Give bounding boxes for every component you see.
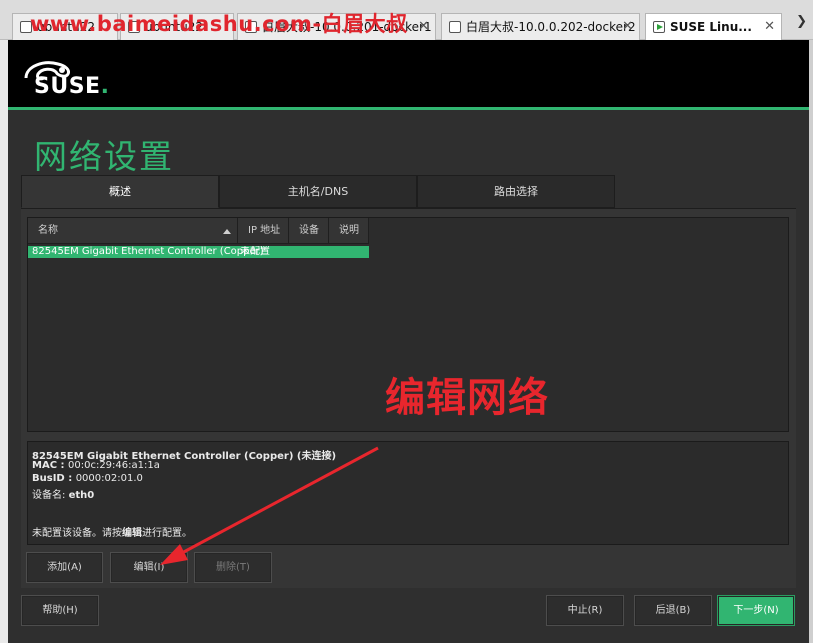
header-divider: [8, 107, 809, 110]
tab-hostname-dns[interactable]: 主机名/DNS: [219, 175, 417, 208]
device-details: 82545EM Gigabit Ethernet Controller (Cop…: [27, 441, 789, 545]
column-header-name[interactable]: 名称: [28, 218, 238, 244]
next-button[interactable]: 下一步(N): [717, 595, 795, 626]
overview-panel: 名称 IP 地址 设备 说明 82545EM Gigabit Ethernet …: [21, 208, 796, 588]
column-header-description[interactable]: 说明: [329, 218, 369, 244]
details-busid: BusID : 0000:02:01.0: [32, 473, 143, 484]
details-note: 未配置该设备。请按编辑进行配置。: [32, 528, 192, 539]
close-icon[interactable]: ✕: [622, 14, 633, 40]
close-icon[interactable]: ✕: [418, 14, 429, 40]
running-vm-icon: [653, 21, 665, 33]
watermark: www.baimeidashu.com-白眉大叔: [30, 12, 408, 36]
details-mac: MAC : 00:0c:29:46:a1:1a: [32, 460, 160, 471]
row-name: 82545EM Gigabit Ethernet Controller (Cop…: [32, 246, 264, 257]
suse-header: SUSE.: [8, 40, 809, 107]
back-button[interactable]: 后退(B): [634, 595, 712, 626]
table-row[interactable]: 82545EM Gigabit Ethernet Controller (Cop…: [28, 246, 369, 258]
tab-routing[interactable]: 路由选择: [417, 175, 615, 208]
vm-icon: [449, 21, 461, 33]
annotation-edit-network: 编辑网络: [385, 375, 549, 421]
tab-label: 白眉大叔-10.0.0.202-docker2: [466, 20, 636, 34]
page-title: 网络设置: [34, 137, 174, 176]
add-button[interactable]: 添加(A): [26, 552, 103, 583]
network-card-table[interactable]: 名称 IP 地址 设备 说明 82545EM Gigabit Ethernet …: [27, 217, 789, 432]
suse-logo-text: SUSE.: [34, 74, 110, 99]
chevron-down-icon[interactable]: ❯: [796, 14, 807, 29]
tab-suse[interactable]: SUSE Linu... ✕: [645, 13, 782, 40]
delete-button[interactable]: 删除(T): [194, 552, 272, 583]
close-icon[interactable]: ✕: [764, 14, 775, 40]
abort-button[interactable]: 中止(R): [546, 595, 624, 626]
row-ip: 未配置: [240, 246, 270, 257]
window-edge: [809, 40, 813, 643]
sort-ascending-icon: [223, 229, 231, 234]
column-header-device[interactable]: 设备: [289, 218, 329, 244]
tab-label: SUSE Linu...: [670, 20, 752, 34]
details-device: 设备名: eth0: [32, 490, 95, 501]
tab-strip: ubuntu22 ubuntu22 白眉大叔-10.0.0.201-docker…: [0, 0, 813, 40]
column-header-ip[interactable]: IP 地址: [238, 218, 289, 244]
edit-button[interactable]: 编辑(I): [110, 552, 188, 583]
vm-screen: SUSE. 网络设置 概述 主机名/DNS 路由选择 名称 IP 地址 设备 说…: [8, 40, 809, 643]
help-button[interactable]: 帮助(H): [21, 595, 99, 626]
tab-docker2[interactable]: 白眉大叔-10.0.0.202-docker2 ✕: [441, 13, 640, 40]
tab-overview[interactable]: 概述: [21, 175, 219, 208]
screenshot-root: ubuntu22 ubuntu22 白眉大叔-10.0.0.201-docker…: [0, 0, 813, 643]
